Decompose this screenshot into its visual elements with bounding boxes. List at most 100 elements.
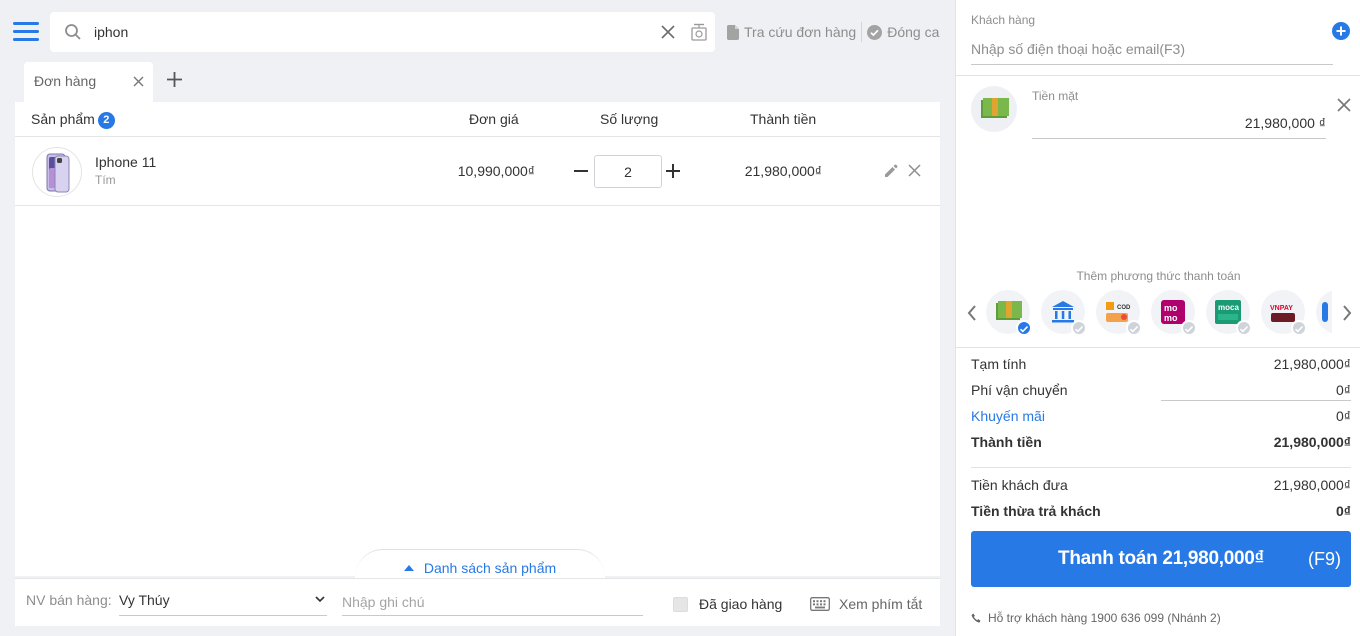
product-count-badge: 2 bbox=[97, 112, 115, 129]
payment-method-more[interactable] bbox=[1316, 290, 1332, 334]
header-unit-price: Đơn giá bbox=[469, 111, 519, 127]
change-label: Tiền thừa trả khách bbox=[971, 503, 1101, 519]
line-total: 21,980,000₫ bbox=[744, 163, 822, 179]
top-bar: Tra cứu đơn hàng Đóng ca bbox=[0, 0, 955, 62]
chevron-left-icon[interactable] bbox=[967, 305, 977, 321]
change-value: 0₫ bbox=[1336, 503, 1351, 519]
close-shift-link[interactable]: Đóng ca bbox=[867, 24, 939, 40]
keyboard-icon bbox=[810, 597, 830, 611]
checkout-button-label: Thanh toán 21,980,000₫ bbox=[1058, 548, 1264, 569]
divider bbox=[956, 75, 1360, 76]
staff-label: NV bán hàng: bbox=[26, 592, 112, 608]
header-total: Thành tiền bbox=[750, 111, 817, 127]
pencil-icon[interactable] bbox=[884, 164, 898, 178]
phone-icon bbox=[971, 613, 981, 622]
scale-icon[interactable] bbox=[691, 23, 707, 41]
shipping-input-line bbox=[1161, 400, 1351, 401]
payment-method-cash[interactable] bbox=[986, 290, 1032, 336]
customer-search-input[interactable] bbox=[971, 34, 1333, 65]
product-list-toggle[interactable]: Danh sách sản phẩm bbox=[355, 549, 605, 579]
promo-link[interactable]: Khuyến mãi bbox=[971, 408, 1045, 424]
product-name: Iphone 11 bbox=[95, 154, 157, 170]
checkout-panel: Khách hàng Tiền mặt 21,980,000 ₫ Thêm ph… bbox=[955, 0, 1360, 636]
svg-text:VNPAY: VNPAY bbox=[1270, 305, 1293, 312]
divider bbox=[861, 22, 863, 42]
subtotal-value: 21,980,000₫ bbox=[1273, 356, 1351, 372]
promo-row: Khuyến mãi 0₫ bbox=[971, 408, 1351, 424]
quantity-stepper[interactable] bbox=[594, 155, 662, 188]
check-icon bbox=[1291, 320, 1307, 336]
add-payment-title: Thêm phương thức thanh toán bbox=[1076, 269, 1241, 283]
add-customer-icon[interactable] bbox=[1332, 22, 1350, 40]
payment-method-cod[interactable]: COD bbox=[1096, 290, 1142, 336]
cash-amount[interactable]: 21,980,000 ₫ bbox=[1032, 108, 1326, 139]
table-row[interactable]: Iphone 11 Tím 10,990,000₫ 21,980,000₫ bbox=[15, 137, 940, 206]
table-header: Sản phẩm 2 Đơn giá Số lượng Thành tiền bbox=[15, 102, 940, 137]
delivered-checkbox[interactable]: Đã giao hàng bbox=[673, 596, 782, 612]
payment-method-momo[interactable]: mo mo bbox=[1151, 290, 1197, 336]
note-input[interactable] bbox=[342, 588, 643, 616]
cash-given-row: Tiền khách đưa 21,980,000₫ bbox=[971, 477, 1351, 493]
cash-given-value: 21,980,000₫ bbox=[1273, 477, 1351, 493]
search-input[interactable] bbox=[94, 12, 654, 52]
selected-check-icon bbox=[1016, 320, 1032, 336]
remove-item-icon[interactable] bbox=[908, 164, 921, 177]
change-row: Tiền thừa trả khách 0₫ bbox=[971, 503, 1351, 519]
svg-text:COD: COD bbox=[1117, 305, 1131, 311]
shipping-row: Phí vận chuyển 0₫ bbox=[971, 382, 1351, 398]
add-tab-icon[interactable] bbox=[167, 72, 182, 87]
product-variant: Tím bbox=[95, 173, 116, 187]
checkout-button[interactable]: Thanh toán 21,980,000₫ (F9) bbox=[971, 531, 1351, 587]
staff-select[interactable]: Vy Thúy bbox=[119, 588, 327, 616]
header-product: Sản phẩm 2 bbox=[31, 111, 115, 129]
product-image bbox=[32, 147, 82, 197]
staff-value: Vy Thúy bbox=[119, 592, 170, 608]
checkbox[interactable] bbox=[673, 596, 688, 612]
header-quantity: Số lượng bbox=[600, 111, 659, 127]
payment-method-moca[interactable]: moca bbox=[1206, 290, 1252, 336]
shipping-label: Phí vận chuyển bbox=[971, 382, 1068, 398]
subtotal-label: Tạm tính bbox=[971, 356, 1027, 372]
tab-order-label: Đơn hàng bbox=[34, 73, 97, 89]
top-links: Tra cứu đơn hàng Đóng ca bbox=[727, 22, 939, 42]
checkout-shortcut: (F9) bbox=[1308, 549, 1341, 569]
check-icon bbox=[1236, 320, 1252, 336]
support-text: Hỗ trợ khách hàng 1900 636 099 (Nhánh 2) bbox=[988, 611, 1221, 625]
check-icon bbox=[1126, 320, 1142, 336]
chevron-right-icon[interactable] bbox=[1342, 305, 1352, 321]
clear-search-icon[interactable] bbox=[661, 25, 675, 39]
cash-given-label: Tiền khách đưa bbox=[971, 477, 1068, 493]
close-shift-label: Đóng ca bbox=[887, 24, 940, 40]
payment-method-vnpay[interactable]: VNPAY bbox=[1261, 290, 1307, 336]
order-lookup-label: Tra cứu đơn hàng bbox=[744, 24, 857, 40]
svg-text:moca: moca bbox=[1218, 303, 1239, 312]
minus-icon[interactable] bbox=[574, 159, 588, 183]
search-icon bbox=[65, 24, 81, 40]
plus-icon[interactable] bbox=[666, 159, 680, 183]
caret-up-icon bbox=[403, 565, 414, 571]
total-row: Thành tiền 21,980,000₫ bbox=[971, 434, 1351, 450]
delivered-label: Đã giao hàng bbox=[699, 596, 783, 612]
svg-text:mo: mo bbox=[1164, 303, 1178, 313]
close-tab-icon[interactable] bbox=[133, 76, 144, 87]
menu-icon[interactable] bbox=[13, 22, 39, 42]
support-info: Hỗ trợ khách hàng 1900 636 099 (Nhánh 2) bbox=[971, 611, 1221, 625]
order-lookup-link[interactable]: Tra cứu đơn hàng bbox=[727, 24, 856, 40]
divider bbox=[971, 467, 1351, 468]
promo-value: 0₫ bbox=[1336, 408, 1351, 424]
cash-icon bbox=[971, 86, 1017, 132]
document-icon bbox=[727, 24, 739, 40]
cart-panel: Sản phẩm 2 Đơn giá Số lượng Thành tiền Ip… bbox=[15, 102, 940, 576]
remove-payment-icon[interactable] bbox=[1337, 98, 1351, 112]
check-icon bbox=[1071, 320, 1087, 336]
check-icon bbox=[1181, 320, 1197, 336]
svg-text:mo: mo bbox=[1164, 313, 1178, 323]
unit-price: 10,990,000₫ bbox=[457, 163, 535, 179]
check-circle-icon bbox=[867, 24, 883, 40]
shortcuts-button[interactable]: Xem phím tắt bbox=[810, 596, 922, 612]
payment-method-bank[interactable] bbox=[1041, 290, 1087, 336]
tab-order[interactable]: Đơn hàng bbox=[24, 62, 153, 102]
total-value: 21,980,000₫ bbox=[1273, 434, 1351, 450]
shipping-value[interactable]: 0₫ bbox=[1336, 382, 1351, 398]
payment-methods: COD mo mo moca VNPAY bbox=[986, 290, 1332, 336]
